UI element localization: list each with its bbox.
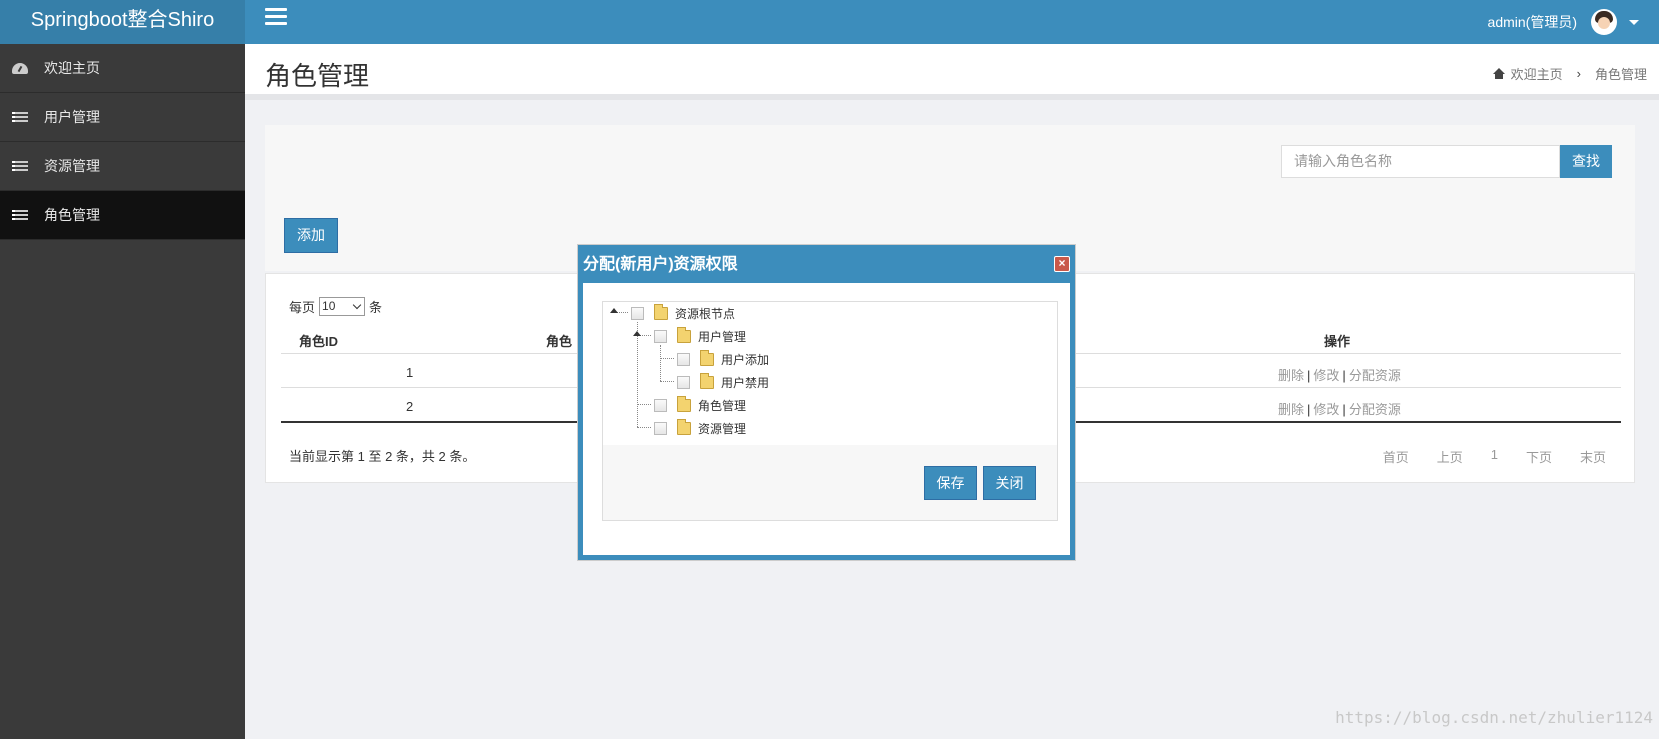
sidebar-item-roles[interactable]: 角色管理 [0, 191, 245, 240]
folder-icon [654, 303, 668, 320]
column-header-id[interactable]: 角色ID [299, 331, 338, 350]
pagination: 首页 上页 1 下页 末页 [1355, 447, 1606, 466]
sidebar-item-users[interactable]: 用户管理 [0, 93, 245, 142]
pager-first[interactable]: 首页 [1383, 447, 1409, 466]
tree-node-user-disable: 用户禁用 [677, 372, 769, 391]
page-title: 角色管理 [265, 61, 370, 91]
page-size-select[interactable]: 10 [319, 297, 366, 316]
list-icon [12, 209, 28, 221]
home-icon [1492, 68, 1505, 79]
content-header: 角色管理 欢迎主页 › 角色管理 [245, 44, 1659, 100]
tree-node-label[interactable]: 角色管理 [698, 397, 746, 414]
column-header-name[interactable]: 角色 [546, 331, 572, 350]
resource-tree-container: 资源根节点 用户管理 用户添加 用户禁用 角色管理 资源管理 保存 关闭 [602, 301, 1058, 521]
tree-checkbox[interactable] [654, 329, 667, 343]
tree-checkbox[interactable] [677, 352, 690, 366]
menu-toggle-icon[interactable] [265, 8, 287, 26]
sidebar-item-label: 欢迎主页 [44, 60, 100, 76]
column-header-ops: 操作 [1324, 334, 1351, 349]
table-cell-id: 2 [406, 399, 414, 414]
close-button[interactable]: 关闭 [983, 466, 1036, 500]
pager-last[interactable]: 末页 [1580, 447, 1606, 466]
page-size-prefix: 每页 [289, 300, 316, 315]
list-icon [12, 160, 28, 172]
tree-checkbox[interactable] [654, 421, 667, 435]
assign-resource-link[interactable]: 分配资源 [1349, 368, 1401, 383]
user-name: admin(管理员) [1487, 14, 1577, 30]
page-size-control: 每页 10 条 [289, 297, 382, 316]
table-cell-id: 1 [406, 365, 414, 380]
table-info: 当前显示第 1 至 2 条，共 2 条。 [289, 449, 476, 464]
caret-down-icon [1629, 19, 1639, 25]
avatar [1591, 9, 1617, 35]
breadcrumb: 欢迎主页 › 角色管理 [1492, 64, 1647, 83]
folder-icon [677, 395, 691, 412]
sidebar-item-home[interactable]: 欢迎主页 [0, 44, 245, 93]
tree-node-resource-management: 资源管理 [654, 418, 746, 437]
folder-icon [700, 349, 714, 366]
expand-toggle-icon[interactable] [633, 331, 641, 336]
top-navbar: admin(管理员) [245, 0, 1659, 44]
close-icon[interactable]: × [1054, 256, 1070, 272]
save-button[interactable]: 保存 [924, 466, 977, 500]
assign-resource-dialog: 分配(新用户)资源权限 × 资源根节点 用户管理 用户添加 用户禁用 角色管理 … [578, 245, 1075, 560]
delete-link[interactable]: 删除 [1278, 368, 1304, 383]
breadcrumb-separator: › [1576, 66, 1581, 81]
row-actions: 删除 | 修改 | 分配资源 [1278, 402, 1401, 417]
search-input[interactable]: 请输入角色名称 [1281, 145, 1560, 178]
sidebar-item-label: 用户管理 [44, 109, 100, 125]
expand-toggle-icon[interactable] [610, 308, 618, 313]
add-button[interactable]: 添加 [284, 218, 338, 253]
tree-node-label[interactable]: 用户禁用 [721, 374, 769, 391]
sidebar: 欢迎主页 用户管理 资源管理 角色管理 [0, 44, 245, 739]
watermark: https://blog.csdn.net/zhulier1124 [1335, 708, 1653, 727]
resource-tree: 资源根节点 用户管理 用户添加 用户禁用 角色管理 资源管理 [603, 302, 1057, 445]
tree-node-user-management: 用户管理 [654, 326, 746, 345]
tree-node-label[interactable]: 用户添加 [721, 351, 769, 368]
user-menu[interactable]: admin(管理员) [1488, 0, 1639, 44]
dialog-title: 分配(新用户)资源权限 [583, 256, 738, 273]
tree-checkbox[interactable] [631, 306, 644, 320]
tree-node-label[interactable]: 用户管理 [698, 328, 746, 345]
folder-icon [677, 418, 691, 435]
tree-checkbox[interactable] [654, 398, 667, 412]
row-actions: 删除 | 修改 | 分配资源 [1278, 368, 1401, 383]
pager-page[interactable]: 1 [1491, 447, 1498, 466]
folder-icon [700, 372, 714, 389]
delete-link[interactable]: 删除 [1278, 402, 1304, 417]
pager-prev[interactable]: 上页 [1437, 447, 1463, 466]
sidebar-item-label: 角色管理 [44, 207, 100, 223]
breadcrumb-home[interactable]: 欢迎主页 [1511, 64, 1563, 83]
tree-node-label[interactable]: 资源管理 [698, 420, 746, 437]
edit-link[interactable]: 修改 [1313, 368, 1339, 383]
list-icon [12, 111, 28, 123]
edit-link[interactable]: 修改 [1313, 402, 1339, 417]
sidebar-item-label: 资源管理 [44, 158, 100, 174]
sidebar-item-resources[interactable]: 资源管理 [0, 142, 245, 191]
dashboard-icon [12, 62, 28, 74]
assign-resource-link[interactable]: 分配资源 [1349, 402, 1401, 417]
tree-checkbox[interactable] [677, 375, 690, 389]
breadcrumb-current: 角色管理 [1594, 67, 1647, 82]
tree-node-user-add: 用户添加 [677, 349, 769, 368]
dialog-header: 分配(新用户)资源权限 × [583, 250, 1070, 283]
pager-next[interactable]: 下页 [1526, 447, 1552, 466]
tree-node-label[interactable]: 资源根节点 [675, 305, 735, 322]
tree-node-root: 资源根节点 [631, 303, 735, 322]
folder-icon [677, 326, 691, 343]
app-brand[interactable]: Springboot整合Shiro [0, 0, 245, 44]
page-size-suffix: 条 [369, 300, 383, 315]
tree-node-role-management: 角色管理 [654, 395, 746, 414]
search-button[interactable]: 查找 [1560, 145, 1612, 178]
